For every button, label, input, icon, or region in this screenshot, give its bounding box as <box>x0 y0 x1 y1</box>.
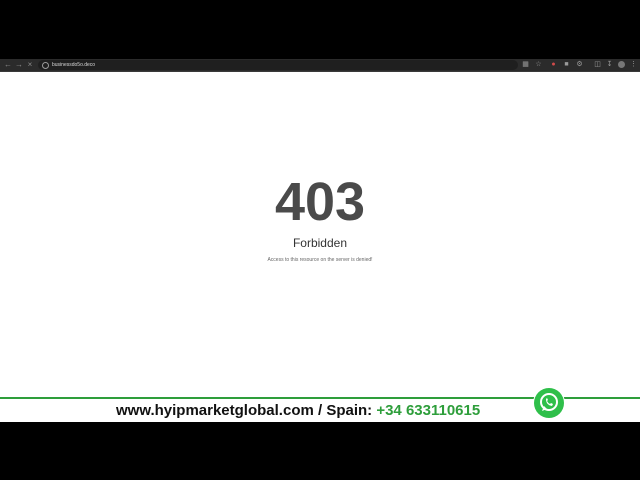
banner-text: www.hyipmarketglobal.com / Spain: +34 63… <box>116 402 480 420</box>
extension-icon[interactable]: ■ <box>563 61 570 68</box>
error-page: 403 Forbidden Access to this resource on… <box>0 72 640 397</box>
close-icon[interactable]: × <box>25 60 35 70</box>
address-bar[interactable]: businessdo5o.deco <box>38 60 518 70</box>
back-arrow-icon[interactable]: ← <box>3 60 13 70</box>
star-icon[interactable]: ☆ <box>535 61 542 68</box>
puzzle-icon[interactable]: ⚙ <box>576 61 583 68</box>
status-text: Forbidden <box>292 236 348 250</box>
avatar[interactable] <box>618 61 625 68</box>
forward-arrow-icon[interactable]: → <box>14 60 24 70</box>
whatsapp-glyph <box>540 393 558 411</box>
url-text[interactable]: businessdo5o.deco <box>52 60 95 70</box>
menu-icon[interactable]: ⋮ <box>630 61 637 68</box>
status-code: 403 <box>274 172 366 232</box>
translate-icon[interactable]: ▦ <box>522 61 529 68</box>
extension-icon[interactable]: ● <box>550 61 557 68</box>
whatsapp-icon <box>534 388 564 418</box>
sidebar-icon[interactable]: ◫ <box>594 61 601 68</box>
browser-toolbar: ← → × businessdo5o.deco ▦ ☆ ● ■ ⚙ ◫ ↧ ⋮ <box>0 59 640 72</box>
banner-phone: +34 633110615 <box>376 402 481 419</box>
banner-site: www.hyipmarketglobal.com / Spain: <box>116 402 377 419</box>
download-icon[interactable]: ↧ <box>606 61 613 68</box>
error-message: Access to this resource on the server is… <box>267 257 373 263</box>
site-info-icon[interactable] <box>42 62 49 69</box>
